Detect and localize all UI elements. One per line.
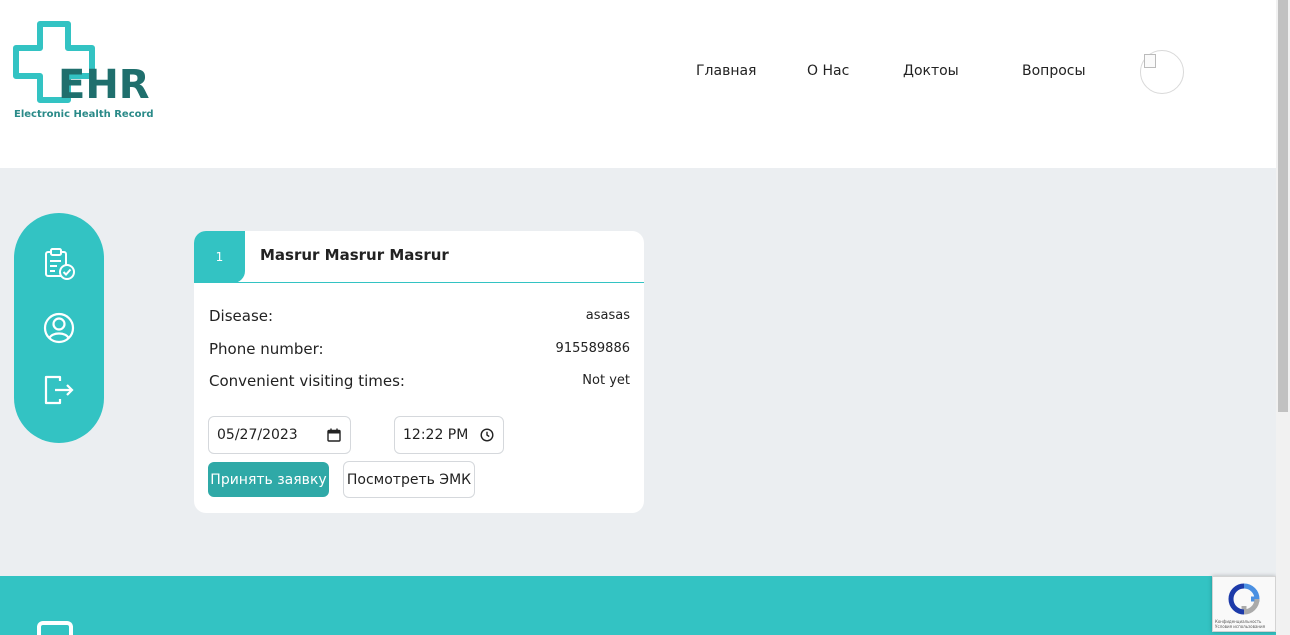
user-avatar[interactable] [1140,50,1184,94]
appointment-card: 1 Masrur Masrur Masrur Disease: asasas P… [194,231,644,513]
recaptcha-badge[interactable]: Конфиденциальность Условия использования [1212,576,1276,632]
recaptcha-terms-link[interactable]: Условия использования [1215,624,1265,629]
date-input-value: 05/27/2023 [217,427,298,443]
recaptcha-terms[interactable]: Конфиденциальность Условия использования [1215,619,1265,629]
time-input[interactable]: 12:22 PM [394,416,504,454]
logo-text: EHR [58,62,150,108]
footer-logo-icon [37,621,73,635]
sidebar [14,213,104,443]
visiting-times-label: Convenient visiting times: [209,372,405,390]
card-header: 1 Masrur Masrur Masrur [194,231,644,283]
clipboard-check-icon[interactable] [42,247,76,281]
user-circle-icon[interactable] [42,311,76,345]
site-header: EHR Electronic Health Record Главная О Н… [0,0,1276,168]
patient-name: Masrur Masrur Masrur [260,246,449,264]
request-number-badge: 1 [194,231,245,283]
disease-value: asasas [585,308,630,323]
page-scrollbar[interactable] [1276,0,1290,635]
site-footer [0,576,1276,635]
logout-icon[interactable] [42,373,76,407]
view-ehr-button[interactable]: Посмотреть ЭМК [343,461,475,498]
nav-doctors[interactable]: Доктоы [903,63,959,79]
calendar-icon[interactable] [327,428,341,442]
scrollbar-thumb[interactable] [1278,0,1288,412]
phone-value: 915589886 [555,341,630,356]
time-input-value: 12:22 PM [403,427,469,443]
logo-subtitle: Electronic Health Record [14,109,154,120]
nav-about[interactable]: О Нас [807,63,849,79]
broken-image-icon [1144,54,1156,68]
visiting-times-value: Not yet [582,373,630,388]
ehr-logo[interactable]: EHR Electronic Health Record [12,20,154,124]
phone-label: Phone number: [209,340,324,358]
nav-faq[interactable]: Вопросы [1022,63,1086,79]
date-input[interactable]: 05/27/2023 [208,416,351,454]
recaptcha-icon [1228,583,1260,615]
nav-home[interactable]: Главная [696,63,756,79]
clock-icon[interactable] [480,428,494,442]
accept-request-button[interactable]: Принять заявку [208,462,329,497]
disease-label: Disease: [209,307,274,325]
